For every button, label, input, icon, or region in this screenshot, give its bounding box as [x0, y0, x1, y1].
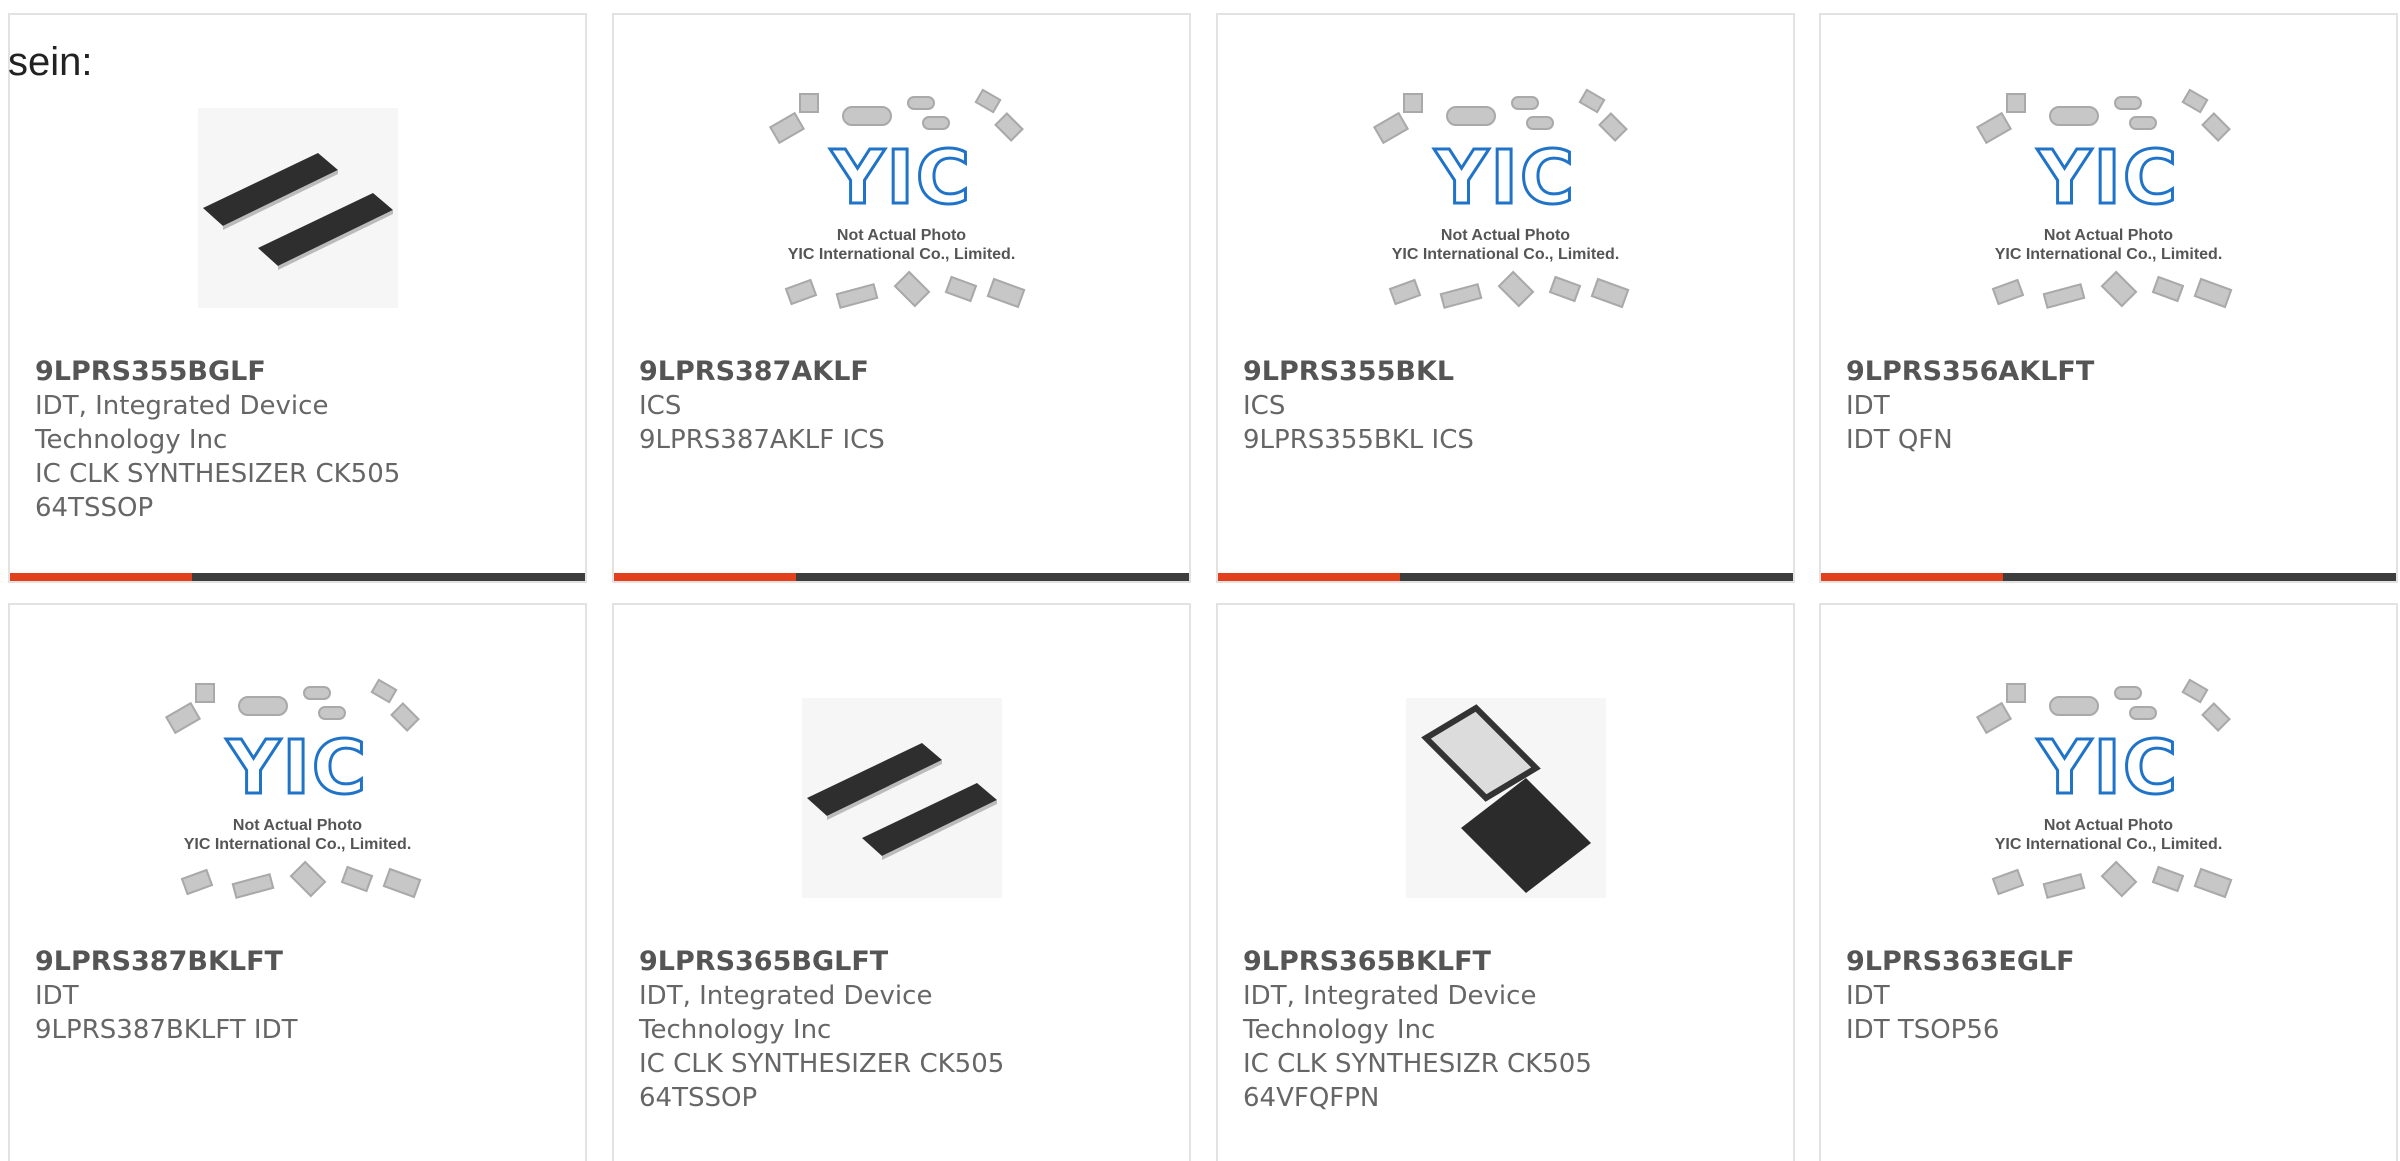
part-number[interactable]: 9LPRS365BKLFT [1243, 945, 1773, 979]
placeholder-caption: YIC International Co., Limited. [1994, 835, 2223, 853]
card-bottom-bar [614, 573, 1189, 581]
placeholder-caption: Not Actual Photo [1440, 226, 1571, 244]
description-line: 9LPRS387AKLF ICS [639, 425, 885, 455]
yic-logo: YIC [225, 724, 369, 811]
description-line: Technology Inc [1243, 1015, 1436, 1045]
product-image[interactable]: YIC Not Actual Photo YIC International C… [1821, 655, 2396, 940]
description-line: IC CLK SYNTHESIZR CK505 [1243, 1049, 1592, 1079]
placeholder-caption: YIC International Co., Limited. [183, 835, 412, 853]
intro-text: sein: [8, 40, 93, 84]
yic-placeholder-image: YIC Not Actual Photo YIC International C… [767, 88, 1037, 328]
product-card[interactable]: YIC Not Actual Photo YIC International C… [1819, 13, 2398, 583]
part-number[interactable]: 9LPRS355BGLF [35, 355, 565, 389]
card-accent [1218, 573, 1400, 581]
yic-logo: YIC [2036, 134, 2180, 221]
description-line: 64TSSOP [639, 1083, 758, 1113]
product-card[interactable]: YIC Not Actual Photo YIC International C… [8, 603, 587, 1161]
placeholder-caption: Not Actual Photo [232, 816, 363, 834]
yic-placeholder-image: YIC Not Actual Photo YIC International C… [163, 678, 433, 918]
placeholder-caption: Not Actual Photo [2043, 816, 2174, 834]
manufacturer: IDT, Integrated Device [1243, 981, 1537, 1011]
qfn-chip-photo [1405, 697, 1606, 898]
description-line: IC CLK SYNTHESIZER CK505 [639, 1049, 1005, 1079]
placeholder-caption: Not Actual Photo [836, 226, 967, 244]
product-card[interactable]: YIC Not Actual Photo YIC International C… [1216, 13, 1795, 583]
description-line: IDT TSOP56 [1846, 1015, 2000, 1045]
manufacturer: ICS [639, 391, 682, 421]
card-bottom-bar [1821, 573, 2396, 581]
manufacturer: IDT [35, 981, 79, 1011]
part-number[interactable]: 9LPRS387AKLF [639, 355, 1169, 389]
product-card[interactable]: YIC Not Actual Photo YIC International C… [612, 13, 1191, 583]
card-bottom-bar [10, 573, 585, 581]
part-number[interactable]: 9LPRS365BGLFT [639, 945, 1169, 979]
product-image[interactable]: YIC Not Actual Photo YIC International C… [10, 655, 585, 940]
product-image[interactable] [10, 65, 585, 350]
product-image[interactable]: YIC Not Actual Photo YIC International C… [614, 65, 1189, 350]
description-line: Technology Inc [35, 425, 228, 455]
description-line: 64VFQFPN [1243, 1083, 1380, 1113]
yic-logo: YIC [2036, 724, 2180, 811]
product-card[interactable]: 9LPRS355BGLF IDT, Integrated Device Tech… [8, 13, 587, 583]
tssop-chip-photo [801, 697, 1002, 898]
part-number[interactable]: 9LPRS355BKL [1243, 355, 1773, 389]
yic-logo: YIC [829, 134, 973, 221]
manufacturer: IDT, Integrated Device [639, 981, 933, 1011]
product-image[interactable]: YIC Not Actual Photo YIC International C… [1218, 65, 1793, 350]
placeholder-caption: Not Actual Photo [2043, 226, 2174, 244]
yic-placeholder-image: YIC Not Actual Photo YIC International C… [1371, 88, 1641, 328]
manufacturer: IDT, Integrated Device [35, 391, 329, 421]
product-card[interactable]: YIC Not Actual Photo YIC International C… [1819, 603, 2398, 1161]
description-line: Technology Inc [639, 1015, 832, 1045]
product-card[interactable]: 9LPRS365BGLFT IDT, Integrated Device Tec… [612, 603, 1191, 1161]
yic-placeholder-image: YIC Not Actual Photo YIC International C… [1974, 88, 2244, 328]
part-number[interactable]: 9LPRS387BKLFT [35, 945, 565, 979]
description-line: IDT QFN [1846, 425, 1953, 455]
part-number[interactable]: 9LPRS356AKLFT [1846, 355, 2376, 389]
manufacturer: IDT [1846, 981, 1890, 1011]
tssop-chip-photo [197, 107, 398, 308]
product-grid-page: sein: 9LPRS355BGLF IDT, Integrated Devic… [0, 0, 2400, 1161]
description-line: 9LPRS387BKLFT IDT [35, 1015, 298, 1045]
card-accent [10, 573, 192, 581]
description-line: 64TSSOP [35, 493, 154, 523]
manufacturer: IDT [1846, 391, 1890, 421]
yic-placeholder-image: YIC Not Actual Photo YIC International C… [1974, 678, 2244, 918]
product-image[interactable] [1218, 655, 1793, 940]
product-image[interactable]: YIC Not Actual Photo YIC International C… [1821, 65, 2396, 350]
card-bottom-bar [1218, 573, 1793, 581]
part-number[interactable]: 9LPRS363EGLF [1846, 945, 2376, 979]
description-line: IC CLK SYNTHESIZER CK505 [35, 459, 401, 489]
placeholder-caption: YIC International Co., Limited. [1391, 245, 1620, 263]
product-card[interactable]: 9LPRS365BKLFT IDT, Integrated Device Tec… [1216, 603, 1795, 1161]
placeholder-caption: YIC International Co., Limited. [787, 245, 1016, 263]
product-image[interactable] [614, 655, 1189, 940]
card-accent [1821, 573, 2003, 581]
description-line: 9LPRS355BKL ICS [1243, 425, 1474, 455]
placeholder-caption: YIC International Co., Limited. [1994, 245, 2223, 263]
card-accent [614, 573, 796, 581]
yic-logo: YIC [1433, 134, 1577, 221]
manufacturer: ICS [1243, 391, 1286, 421]
